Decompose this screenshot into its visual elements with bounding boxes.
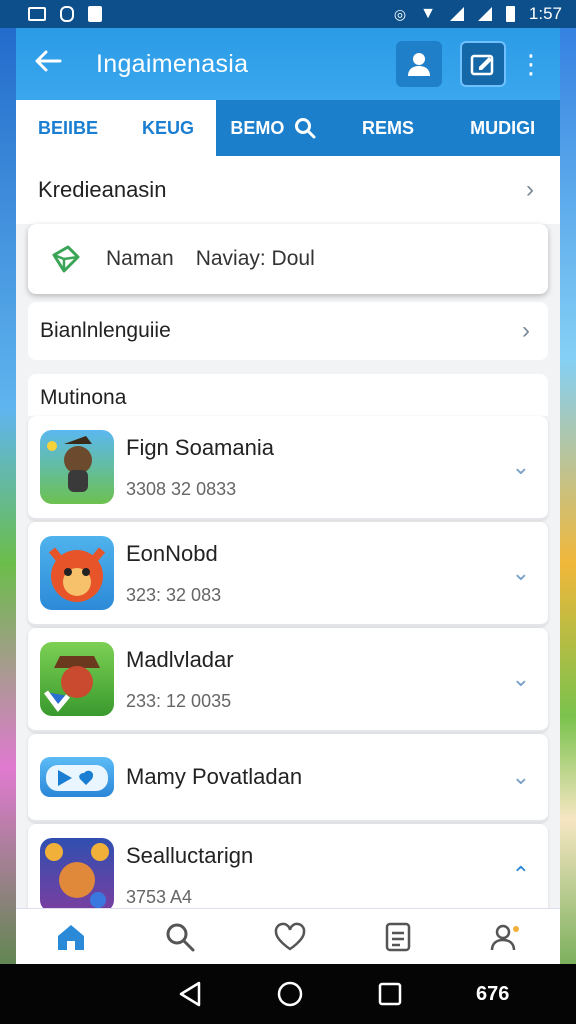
status-bar: ◎ ▼ 1:57 (0, 0, 576, 28)
chevron-down-icon[interactable]: ⌄ (512, 560, 530, 586)
list-row-kredieanasin[interactable]: Kredieanasin › (16, 156, 560, 224)
tab-rems-label: REMS (362, 117, 415, 138)
item-info: Madlvladar 233: 12 0035 (114, 647, 512, 712)
vibrate-icon: ◎ (393, 5, 407, 22)
cube-icon (52, 245, 80, 273)
document-icon[interactable] (384, 921, 412, 953)
signal-icon-2 (477, 7, 492, 21)
game-icon (40, 838, 114, 912)
list-item[interactable]: Fign Soamania 3308 32 0833 ⌄ (28, 416, 548, 520)
list-item[interactable]: EonNobd 323: 32 083 ⌄ (28, 522, 548, 626)
item-name: Fign Soamania (126, 434, 274, 460)
row-label: Kredieanasin (38, 177, 167, 202)
app-notification-icon (60, 6, 74, 22)
tab-bar: BEIIBE KEUG BEMO REMS MUDIGI (16, 100, 560, 156)
item-name: Mamy Povatladan (126, 764, 303, 789)
system-nav-bar: 676 (0, 964, 576, 1024)
collapse-icon[interactable]: ⌃ (512, 862, 530, 888)
tab-bemo[interactable]: BEMO (216, 100, 331, 156)
signal-icon (449, 7, 464, 21)
app-bar: Ingaimenasia ⋮ (16, 28, 560, 100)
list-item[interactable]: Madlvladar 233: 12 0035 ⌄ (28, 628, 548, 732)
game-icon (40, 536, 114, 610)
back-nav-icon[interactable] (177, 980, 203, 1008)
search-icon[interactable] (164, 921, 196, 953)
tab-bemo-label: BEMO (230, 117, 285, 138)
item-name: EonNobd (126, 540, 218, 566)
app-window: Ingaimenasia ⋮ BEIIBE KEUG BEMO REMS MUD… (16, 28, 560, 964)
recents-nav-icon[interactable] (377, 981, 403, 1007)
chevron-down-icon[interactable]: ⌄ (512, 764, 530, 790)
list-item[interactable]: Mamy Povatladan ⌄ (28, 734, 548, 822)
item-info: Sealluctarign 3753 A4 (114, 843, 512, 908)
notification-icon (28, 7, 46, 21)
back-icon[interactable] (34, 47, 74, 81)
home-nav-icon[interactable] (276, 980, 304, 1008)
tab-rems[interactable]: REMS (331, 100, 446, 156)
tab-group-active: BEIIBE KEUG (16, 100, 216, 156)
item-name: Madlvladar (126, 646, 234, 672)
main-content: Kredieanasin › Naman Naviay: Doul Bianln… (16, 156, 560, 928)
nav-label: 676 (476, 982, 510, 1005)
item-info: Fign Soamania 3308 32 0833 (114, 435, 512, 500)
account-button[interactable] (396, 41, 442, 87)
more-icon[interactable]: ⋮ (516, 51, 546, 77)
info-card[interactable]: Naman Naviay: Doul (28, 224, 548, 294)
background-left (0, 0, 16, 1024)
video-app-icon (40, 757, 114, 797)
chevron-down-icon[interactable]: ⌄ (512, 454, 530, 480)
bottom-nav (16, 908, 560, 964)
chevron-down-icon[interactable]: ⌄ (512, 666, 530, 692)
item-subtitle: 233: 12 0035 (126, 690, 232, 711)
chevron-right-icon: › (526, 176, 534, 203)
item-info: EonNobd 323: 32 083 (114, 541, 512, 606)
user-icon (408, 53, 430, 76)
edit-icon (470, 54, 494, 76)
heart-icon[interactable] (273, 922, 307, 952)
item-info: Mamy Povatladan (114, 764, 512, 790)
game-icon (40, 642, 114, 716)
file-icon (88, 6, 102, 22)
battery-icon (505, 6, 515, 22)
edit-button[interactable] (460, 41, 506, 87)
tab-beiibe[interactable]: BEIIBE (38, 118, 98, 139)
tab-keug[interactable]: KEUG (142, 118, 194, 139)
background-right (560, 0, 576, 1024)
chevron-icon: › (522, 317, 530, 344)
section-title: Mutinona (40, 386, 127, 409)
status-time: 1:57 (528, 4, 562, 23)
card-label: Naman (106, 247, 174, 270)
home-icon[interactable] (55, 922, 87, 952)
search-icon (295, 118, 316, 139)
tab-mudigi[interactable]: MUDIGI (445, 100, 560, 156)
item-subtitle: 3753 A4 (126, 886, 193, 907)
row-label: Bianlnlenguiie (40, 319, 171, 342)
profile-icon[interactable] (489, 921, 521, 953)
card-value: Naviay: Doul (195, 247, 315, 270)
item-subtitle: 323: 32 083 (126, 584, 222, 605)
section-mutinona: Mutinona (28, 374, 548, 416)
item-subtitle: 3308 32 0833 (126, 478, 237, 499)
list-row-bianlnlenguiie[interactable]: Bianlnlenguiie › (28, 302, 548, 360)
wifi-icon: ▼ (420, 5, 436, 22)
page-title: Ingaimenasia (96, 49, 249, 78)
tab-mudigi-label: MUDIGI (470, 117, 536, 138)
game-icon (40, 430, 114, 504)
item-name: Sealluctarign (126, 842, 254, 868)
